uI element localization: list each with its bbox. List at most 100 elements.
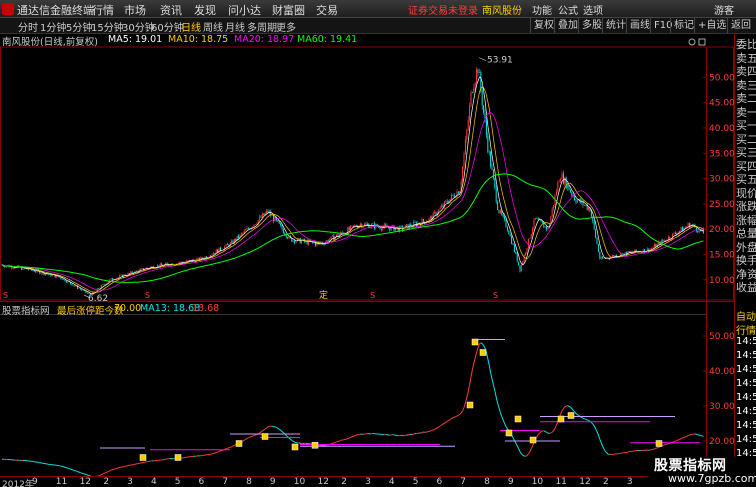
indicator-line	[350, 436, 353, 438]
limit-up-signal-icon	[557, 415, 565, 423]
indicator-line	[351, 435, 354, 438]
indicator-line	[462, 407, 465, 411]
candle-body	[294, 240, 296, 243]
indicator-line	[680, 437, 683, 439]
indicator-line	[593, 425, 597, 429]
candle-body	[547, 227, 549, 230]
indicator-line	[522, 454, 525, 457]
indicator-line	[348, 436, 351, 439]
indicator-line	[102, 472, 105, 475]
candle-body	[380, 228, 382, 230]
candle-body	[81, 289, 83, 291]
candle-body	[389, 227, 391, 231]
x-tick-label: 2012年	[2, 480, 34, 487]
candle-body	[513, 244, 515, 252]
marker-ding: 定	[319, 289, 328, 301]
limit-up-signal-icon	[567, 412, 575, 419]
candle-body	[211, 254, 213, 256]
indicator-line	[439, 424, 442, 427]
indicator-line	[411, 433, 414, 436]
indicator-line	[553, 427, 556, 431]
x-tick-label: 10	[293, 477, 306, 487]
candle-body	[277, 220, 279, 222]
candle-body	[508, 230, 510, 235]
candle-body	[611, 255, 613, 257]
high-price-label: 53.91	[487, 56, 513, 66]
candle-body	[695, 227, 697, 231]
candle-body	[477, 69, 479, 74]
indicator-line	[455, 415, 458, 418]
indicator-line	[581, 416, 584, 419]
indicator-line	[260, 430, 263, 433]
indicator-line	[592, 423, 595, 427]
candle-body	[516, 253, 518, 262]
indicator-line	[487, 358, 490, 366]
candle-body	[487, 135, 489, 152]
candle-body	[652, 247, 654, 249]
kline-chart[interactable]: 50.00 45.00 40.00 35.00 30.00 25.00 20.00 15.00…	[0, 0, 734, 476]
candle-body	[529, 238, 531, 239]
indicator-line	[353, 435, 356, 437]
candle-body	[95, 290, 97, 292]
candle-body	[553, 205, 555, 209]
ma5-line	[1, 76, 704, 295]
candle-body	[72, 285, 74, 287]
x-tick-label: 7	[460, 477, 466, 487]
indicator-line	[63, 466, 66, 468]
candle-body	[512, 243, 514, 245]
tick-item-9: 14:56	[736, 434, 756, 445]
candle-body	[534, 218, 536, 220]
indicator-line	[456, 414, 459, 417]
indicator-line	[217, 450, 220, 453]
candle-body	[527, 238, 529, 249]
candle-body	[166, 262, 168, 264]
candle-body	[665, 240, 667, 241]
indicator-line	[333, 441, 336, 444]
tick-item-1: 行情	[736, 326, 756, 337]
tick-sidebar: 自动行情14:5614:5614:5614:5614:5614:5614:561…	[734, 306, 756, 476]
candle-body	[471, 92, 473, 93]
candle-body	[590, 211, 592, 217]
candle-body	[378, 226, 380, 228]
indicator-line	[564, 405, 567, 408]
candle-body	[561, 173, 563, 179]
candle-body	[14, 268, 16, 269]
candle-body	[600, 257, 602, 259]
candle-body	[596, 237, 598, 245]
candle-body	[141, 268, 143, 269]
marker-s: S	[3, 291, 8, 300]
indicator-line	[442, 422, 445, 425]
candle-body	[285, 234, 287, 238]
candle-body	[687, 223, 689, 227]
indicator-line	[597, 434, 601, 440]
indicator-line	[574, 411, 577, 414]
indicator-line	[298, 442, 301, 444]
candle-body	[478, 72, 480, 74]
ma20-line	[1, 112, 704, 291]
indicator-line	[445, 420, 448, 423]
tick-item-3: 14:56	[736, 350, 756, 361]
indicator-line	[337, 440, 340, 442]
indicator-line	[449, 418, 452, 421]
candle-body	[246, 227, 248, 230]
candle-body	[439, 207, 441, 210]
x-tick-label: 8	[246, 477, 252, 487]
candle-body	[491, 166, 493, 170]
tick-item-7: 14:56	[736, 406, 756, 417]
indicator-line	[248, 436, 251, 439]
indicator-line	[602, 445, 605, 450]
indicator-line	[463, 402, 466, 408]
candle-body	[333, 235, 335, 241]
indicator-line	[108, 470, 111, 473]
candle-body	[331, 235, 333, 237]
indicator-line	[662, 444, 665, 446]
candle-body	[366, 223, 368, 225]
candle-body	[551, 208, 553, 217]
indicator-line	[515, 442, 518, 447]
indicator-line	[499, 412, 503, 417]
ind-y-tick-label: 30.00	[709, 402, 734, 412]
indicator-line	[561, 408, 564, 412]
candle-body	[488, 151, 490, 153]
candle-body	[422, 219, 424, 222]
indicator-line	[80, 472, 82, 474]
